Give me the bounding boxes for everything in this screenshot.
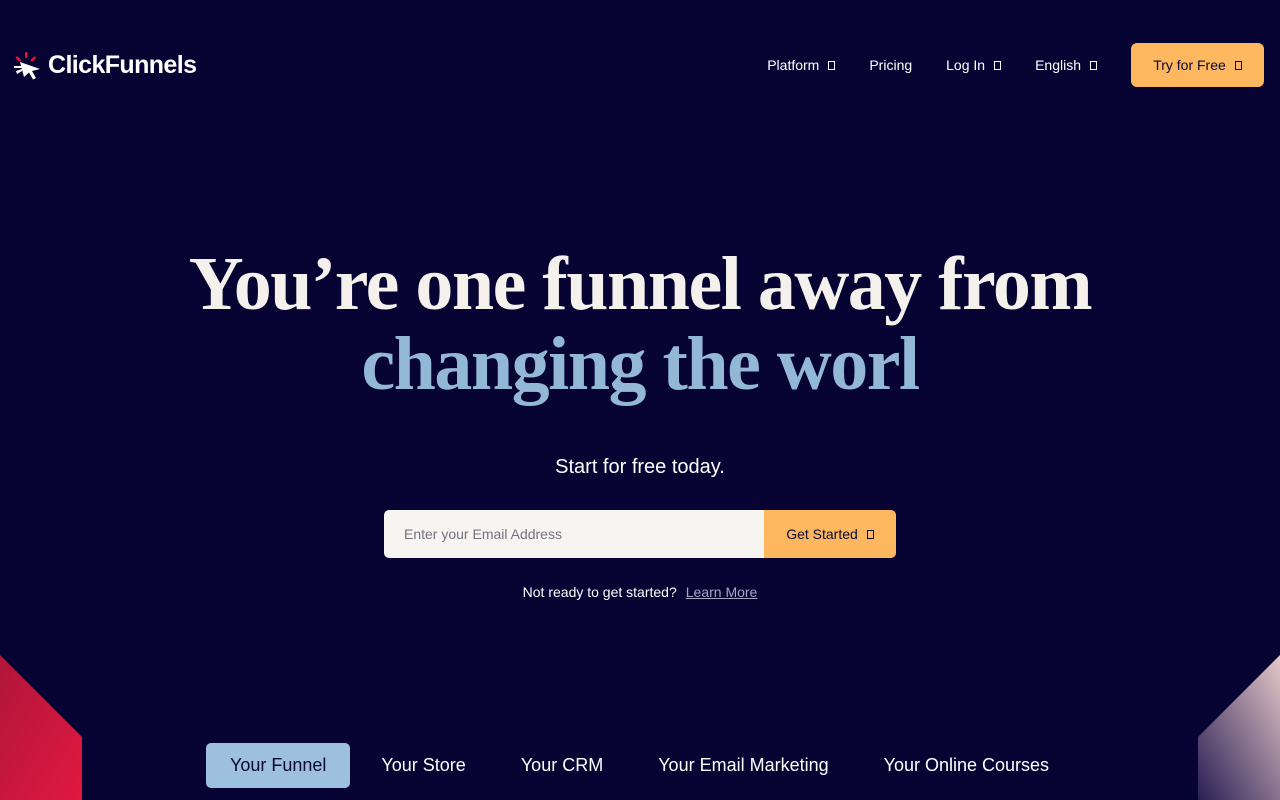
hero-headline-line2: changing the worl xyxy=(361,322,920,406)
clickfunnels-cursor-icon xyxy=(14,52,40,80)
tab-your-online-courses[interactable]: Your Online Courses xyxy=(884,743,1049,788)
main-nav: Platform Pricing Log In English Try for … xyxy=(767,43,1264,87)
arrow-right-icon xyxy=(1234,60,1242,70)
email-signup-form: Get Started xyxy=(384,510,896,558)
hero-subtitle: Start for free today. xyxy=(555,456,725,478)
nav-log-in[interactable]: Log In xyxy=(946,57,1002,73)
decorative-shape-right xyxy=(1198,655,1280,800)
not-ready-line: Not ready to get started? Learn More xyxy=(0,584,1280,600)
tab-your-crm[interactable]: Your CRM xyxy=(521,743,603,788)
chevron-down-icon xyxy=(1090,60,1097,70)
nav-language-label: English xyxy=(1035,57,1081,73)
nav-pricing[interactable]: Pricing xyxy=(869,57,912,73)
chevron-down-icon xyxy=(994,60,1002,70)
learn-more-link[interactable]: Learn More xyxy=(686,584,758,600)
tab-your-store[interactable]: Your Store xyxy=(381,743,465,788)
chevron-down-icon xyxy=(828,60,836,70)
nav-pricing-label: Pricing xyxy=(869,57,913,73)
tab-your-email-marketing[interactable]: Your Email Marketing xyxy=(658,743,828,788)
decorative-shape-left xyxy=(0,655,82,800)
not-ready-text: Not ready to get started? xyxy=(522,584,677,600)
hero-headline-line1: You’re one funnel away from xyxy=(188,242,1093,326)
tab-your-funnel[interactable]: Your Funnel xyxy=(206,743,351,788)
logo-text: ClickFunnels xyxy=(48,51,197,79)
nav-log-in-label: Log In xyxy=(946,57,986,73)
logo[interactable]: ClickFunnels xyxy=(14,50,197,80)
get-started-label: Get Started xyxy=(786,526,858,542)
product-tabs: Your Funnel Your Store Your CRM Your Ema… xyxy=(206,743,1049,788)
nav-platform[interactable]: Platform xyxy=(767,57,836,73)
nav-platform-label: Platform xyxy=(767,57,820,73)
try-for-free-label: Try for Free xyxy=(1153,57,1226,73)
hero-headline: You’re one funnel away from changing the… xyxy=(0,244,1280,404)
try-for-free-button[interactable]: Try for Free xyxy=(1131,43,1264,87)
email-input[interactable] xyxy=(384,510,764,558)
arrow-right-icon xyxy=(866,529,874,539)
nav-language[interactable]: English xyxy=(1035,57,1097,73)
site-header: ClickFunnels Platform Pricing Log In Eng… xyxy=(0,0,1280,130)
get-started-button[interactable]: Get Started xyxy=(764,510,896,558)
